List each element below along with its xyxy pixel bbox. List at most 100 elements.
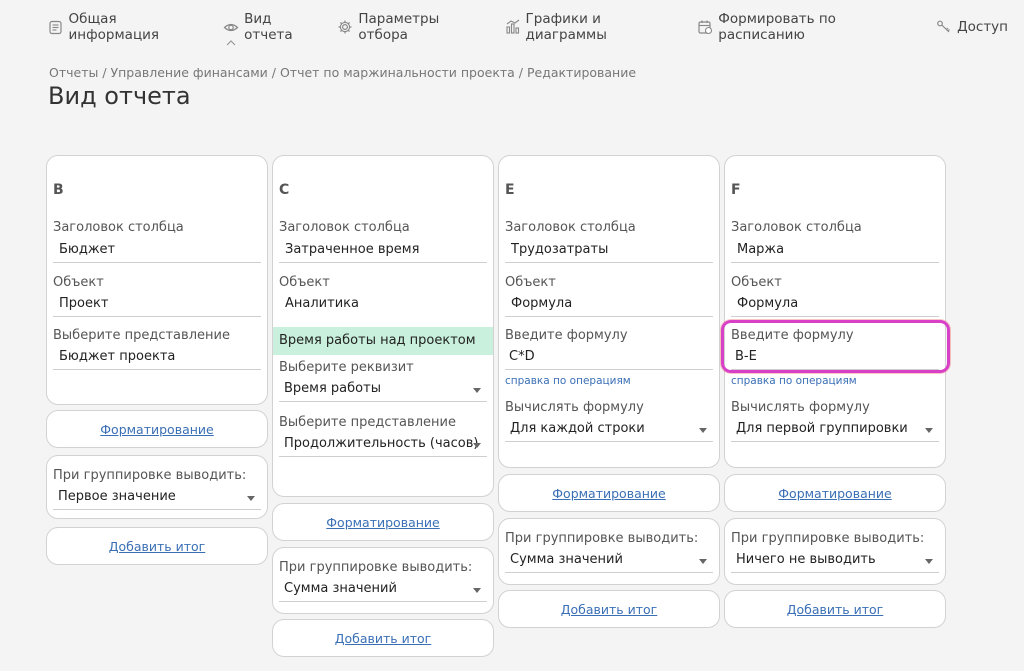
column-e-grouping-card: При группировке выводить: Сумма значений (498, 518, 720, 585)
operations-help-link[interactable]: справка по операциям (505, 375, 631, 387)
grouping-value: Сумма значений (284, 581, 397, 596)
breadcrumb[interactable]: Отчеты / Управление финансами / Отчет по… (49, 65, 636, 80)
key-icon (936, 19, 952, 35)
view-label: Выберите представление (53, 328, 230, 343)
tab-charts-label: Графики и диаграммы (525, 11, 607, 43)
object-input[interactable]: Формула (731, 293, 939, 317)
object-label: Объект (53, 275, 104, 290)
column-e-card: E Заголовок столбца Трудозатраты Объект … (498, 155, 720, 468)
add-total-link[interactable]: Добавить итог (109, 539, 206, 554)
column-letter: F (731, 182, 741, 198)
requisite-label: Выберите реквизит (279, 360, 414, 375)
header-input[interactable]: Трудозатраты (505, 239, 713, 263)
operations-help-link[interactable]: справка по операциям (731, 375, 857, 387)
eye-icon (223, 19, 239, 35)
formula-input[interactable]: C*D (505, 346, 713, 370)
object-input[interactable]: Формула (505, 293, 713, 317)
grouping-select[interactable]: Ничего не выводить (731, 549, 939, 573)
chevron-down-icon (925, 428, 933, 433)
calc-value: Для первой группировки (736, 421, 908, 436)
column-letter: B (53, 182, 64, 198)
column-f-grouping-card: При группировке выводить: Ничего не выво… (724, 518, 946, 585)
header-input[interactable]: Бюджет (53, 239, 261, 263)
view-select[interactable]: Продолжительность (часов) (279, 433, 487, 457)
grouping-label: При группировке выводить: (505, 531, 699, 546)
grouping-label: При группировке выводить: (53, 468, 247, 483)
tab-general-info-label: Общая информация (68, 11, 160, 43)
column-letter: C (279, 182, 290, 198)
object-input[interactable]: Аналитика (279, 293, 487, 317)
column-b-add-total-card: Добавить итог (46, 527, 268, 565)
tab-report-view-label: Вид отчета (244, 11, 293, 43)
tab-general-info[interactable]: Общая информация (48, 11, 207, 43)
formatting-link[interactable]: Форматирование (552, 486, 665, 501)
grouping-select[interactable]: Сумма значений (279, 578, 487, 602)
view-input[interactable]: Бюджет проекта (53, 346, 261, 370)
tab-access[interactable]: Доступ (936, 14, 1008, 40)
grouping-select[interactable]: Первое значение (53, 486, 261, 510)
column-e-formatting-card: Форматирование (498, 474, 720, 512)
chevron-down-icon (699, 559, 707, 564)
calc-value: Для каждой строки (510, 421, 645, 436)
formatting-link[interactable]: Форматирование (100, 422, 213, 437)
header-label: Заголовок столбца (53, 220, 184, 235)
grouping-value: Первое значение (58, 489, 176, 504)
chevron-down-icon (925, 559, 933, 564)
page-title: Вид отчета (48, 82, 191, 110)
tab-report-view[interactable]: Вид отчета (223, 11, 321, 46)
column-c-grouping-card: При группировке выводить: Сумма значений (272, 547, 494, 614)
object-label: Объект (279, 275, 330, 290)
add-total-link[interactable]: Добавить итог (787, 602, 884, 617)
add-total-link[interactable]: Добавить итог (335, 631, 432, 646)
formula-highlight-outline (721, 320, 950, 373)
tab-charts[interactable]: Графики и диаграммы (505, 11, 682, 43)
object-label: Объект (731, 275, 782, 290)
top-navigation: Общая информация Вид отчета Параметры от… (48, 11, 1024, 46)
chevron-down-icon (473, 443, 481, 448)
tab-filter-params[interactable]: Параметры отбора (337, 11, 488, 43)
column-e-add-total-card: Добавить итог (498, 590, 720, 628)
column-f-card: F Заголовок столбца Маржа Объект Формула… (724, 155, 946, 468)
column-f-add-total-card: Добавить итог (724, 590, 946, 628)
view-value: Продолжительность (часов) (284, 436, 479, 451)
analytic-selected-item[interactable]: Время работы над проектом (273, 327, 493, 355)
column-c-card: C Заголовок столбца Затраченное время Об… (272, 155, 494, 497)
grouping-value: Сумма значений (510, 552, 623, 567)
header-input[interactable]: Затраченное время (279, 239, 487, 263)
chevron-down-icon (473, 588, 481, 593)
requisite-value: Время работы (284, 381, 381, 396)
grouping-select[interactable]: Сумма значений (505, 549, 713, 573)
chevron-down-icon (699, 428, 707, 433)
grouping-label: При группировке выводить: (279, 560, 473, 575)
column-c-formatting-card: Форматирование (272, 503, 494, 541)
formula-label: Введите формулу (505, 328, 628, 343)
header-input[interactable]: Маржа (731, 239, 939, 263)
add-total-link[interactable]: Добавить итог (561, 602, 658, 617)
column-f-formatting-card: Форматирование (724, 474, 946, 512)
header-label: Заголовок столбца (279, 220, 410, 235)
tab-schedule[interactable]: Формировать по расписанию (697, 11, 920, 43)
calc-select[interactable]: Для каждой строки (505, 418, 713, 442)
tab-schedule-label: Формировать по расписанию (718, 11, 836, 43)
requisite-select[interactable]: Время работы (279, 378, 487, 402)
formatting-link[interactable]: Форматирование (326, 515, 439, 530)
object-input[interactable]: Проект (53, 293, 261, 317)
object-label: Объект (505, 275, 556, 290)
chevron-down-icon (247, 496, 255, 501)
chevron-down-icon (473, 388, 481, 393)
tab-filter-params-label: Параметры отбора (358, 11, 440, 43)
column-b-grouping-card: При группировке выводить: Первое значени… (46, 455, 268, 519)
gear-icon (337, 19, 353, 35)
column-b-card: B Заголовок столбца Бюджет Объект Проект… (46, 155, 268, 405)
calc-select[interactable]: Для первой группировки (731, 418, 939, 442)
column-letter: E (505, 182, 515, 198)
active-tab-caret-icon (226, 40, 236, 46)
document-icon (48, 19, 64, 35)
column-c-add-total-card: Добавить итог (272, 619, 494, 657)
tab-access-label: Доступ (957, 19, 1009, 35)
header-label: Заголовок столбца (731, 220, 862, 235)
calendar-icon (697, 19, 713, 35)
calc-label: Вычислять формулу (505, 400, 644, 415)
calc-label: Вычислять формулу (731, 400, 870, 415)
formatting-link[interactable]: Форматирование (778, 486, 891, 501)
